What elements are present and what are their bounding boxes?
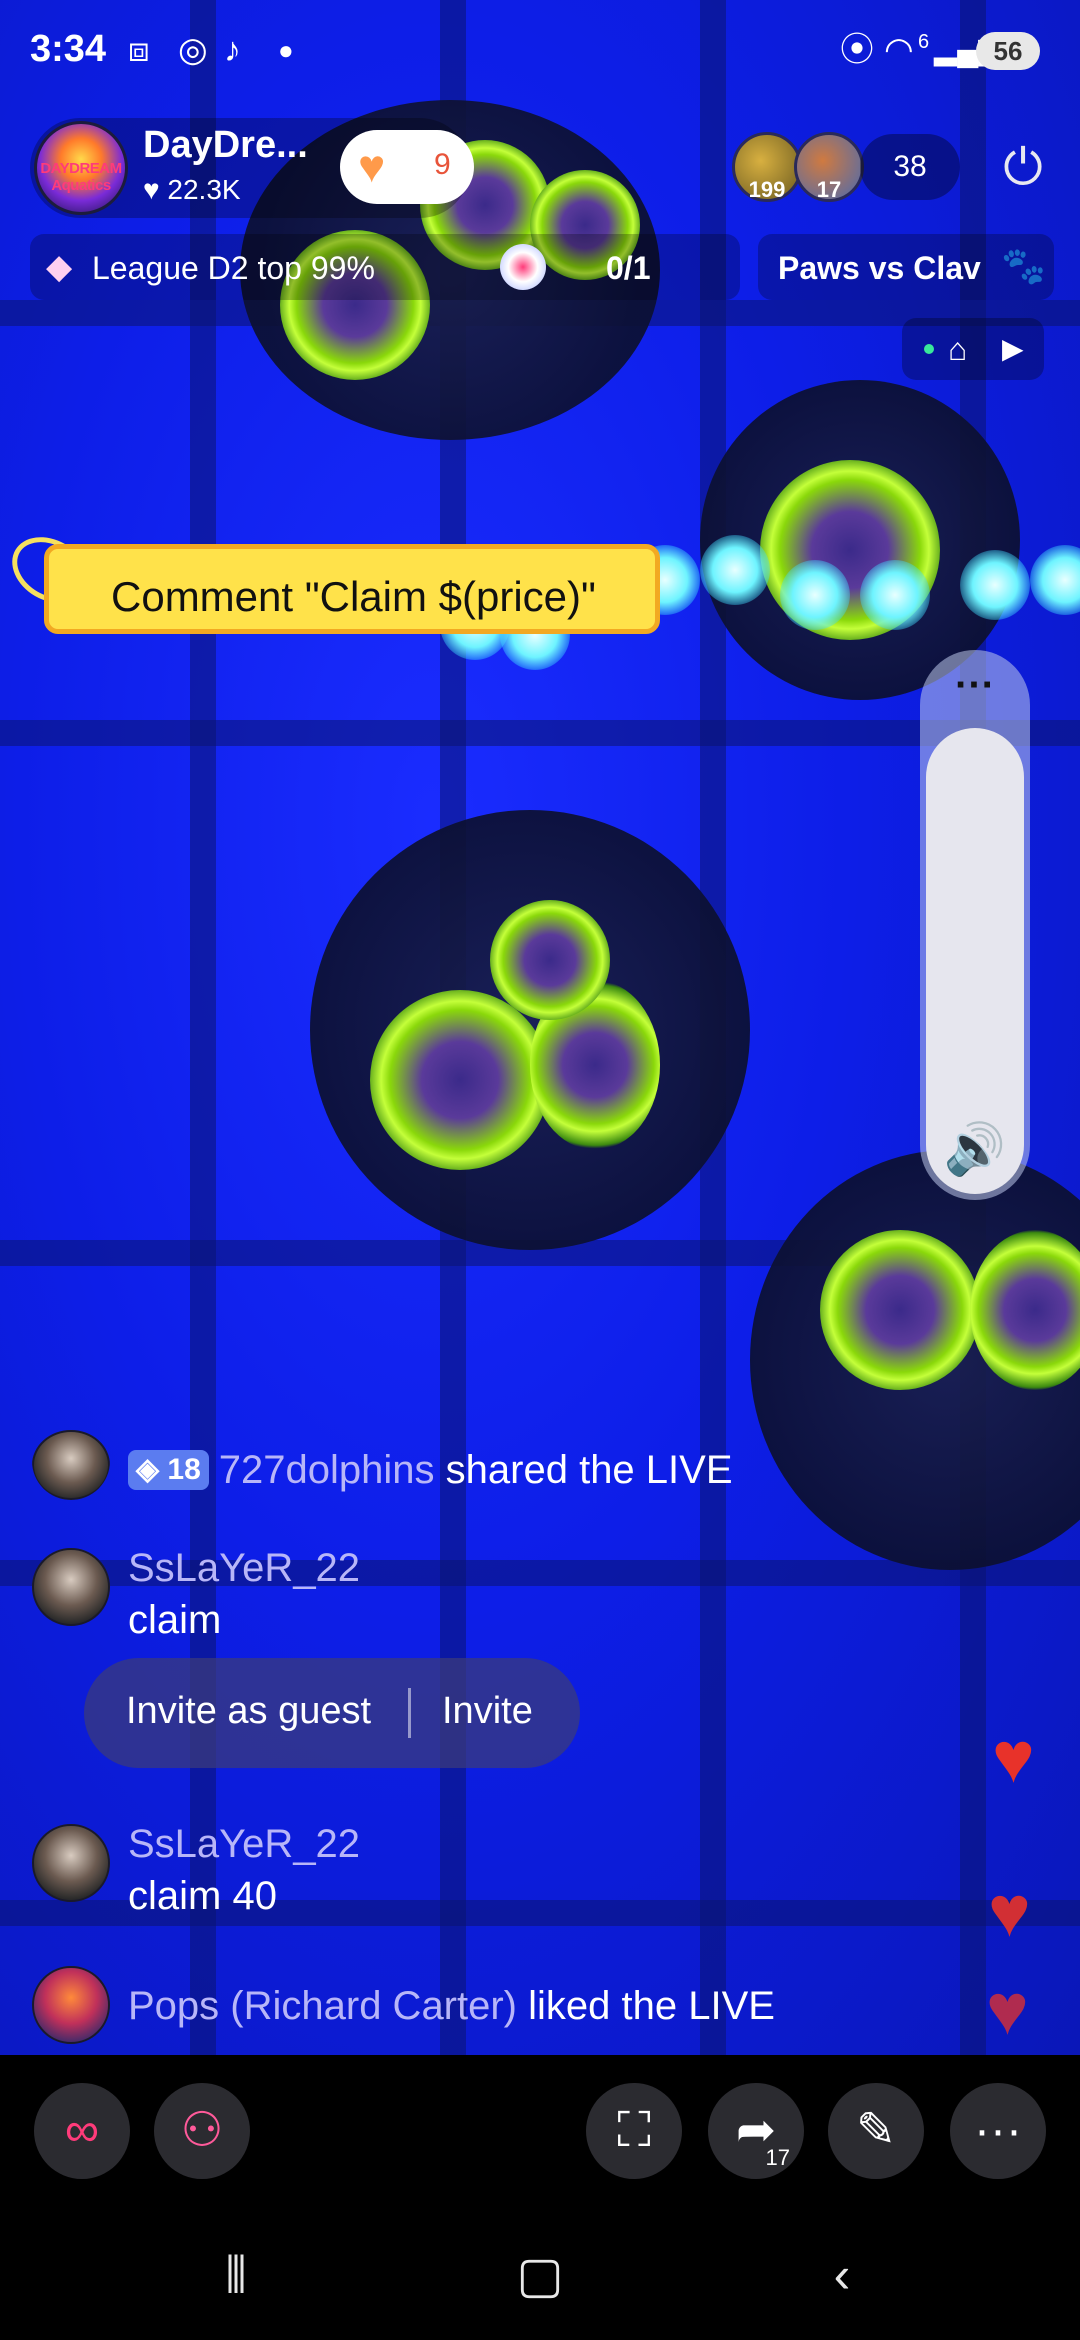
league-banner[interactable]: ◆ League D2 top 99% 0/1 [30,234,740,300]
location-icon: ⦿ [840,31,874,69]
play-arrow-icon: ▶ [1002,333,1024,364]
level-badge: ◈ 18 [128,1450,209,1490]
chat-message: claim 40 [128,1874,277,1918]
chat-avatar[interactable] [32,1824,110,1902]
floating-heart-icon: ♥ [988,1872,1031,1952]
league-badge-icon [500,244,546,290]
dot-icon: ● [278,35,294,65]
invite-button[interactable]: Invite [442,1690,533,1733]
wifi-label: 6 [918,31,930,53]
home-icon[interactable]: ▢ [500,2245,580,2305]
heart-icon: ♥ [358,140,386,192]
speaker-icon[interactable]: 🔊 [920,1120,1030,1179]
light-bead [780,560,850,630]
chat-action: liked the LIVE [528,1984,775,2028]
bottom-toolbar: ∞ ⚇ ⛶ ➦ 17 ✎ ··· [0,2055,1080,2205]
battle-icon: 🐾 [1001,245,1046,286]
host-name: DayDre... [143,124,308,166]
viewer-count[interactable]: 38 [860,134,960,200]
wifi-icon: ◠ [884,31,914,69]
frag-rack-bar [0,720,1080,746]
share-icon[interactable]: ➦ 17 [708,2083,804,2179]
small-heart-icon: ♥ [143,174,168,205]
shopping-bag-icon[interactable]: ⛶ [586,2083,682,2179]
top-viewers[interactable]: 199 17 38 [732,130,960,204]
league-label: League D2 top 99% [92,250,375,286]
sticker-text: Comment "Claim $(price)" [111,573,596,620]
power-icon[interactable]: ⏻ [996,140,1050,194]
chat-avatar[interactable] [32,1966,110,2044]
level-badge-value: 18 [167,1453,201,1486]
heart-count: 9 [434,148,451,181]
viewer-avatar[interactable]: 17 [794,132,864,202]
share-count: 17 [765,2145,790,2170]
battle-label: Paws vs Clav [778,250,981,286]
zoanthid-polyp [490,900,610,1020]
host-likes-count: 22.3K [167,174,241,205]
chat-username[interactable]: Pops (Richard Carter) [128,1984,517,2028]
viewer-badge: 17 [816,177,842,202]
chat-event-text: ◈ 18 727dolphins shared the LIVE [128,1448,733,1493]
people-icon[interactable]: ⚇ [154,2083,250,2179]
recents-icon[interactable]: ⦀ [196,2245,276,2305]
chat-username[interactable]: SsLaYeR_22 [128,1822,360,1867]
host-avatar[interactable]: DAYDREAM Aquatics [34,121,128,215]
diamond-icon: ◆ [46,248,73,286]
invite-as-guest-button[interactable]: Invite as guest [126,1690,371,1733]
chat-username[interactable]: SsLaYeR_22 [128,1546,360,1591]
screen-capture-icon: ⧈ [128,31,150,69]
invite-divider [408,1688,411,1738]
volume-panel[interactable]: ··· 🔊 [920,650,1030,1200]
light-bead [700,535,770,605]
chat-username[interactable]: 727dolphins [219,1448,435,1492]
chat-avatar[interactable] [32,1548,110,1626]
status-bar: 3:34 ⧈ ◎ ♪ ● ⦿ ◠ 6 ▂▄▆ 56 [0,0,1080,100]
light-bead [960,550,1030,620]
magic-wand-icon[interactable]: ✎ [828,2083,924,2179]
more-dots-icon[interactable]: ··· [920,665,1030,705]
back-icon[interactable]: ‹ [802,2245,882,2305]
zoanthid-polyp [370,990,550,1170]
invite-actions: Invite as guest Invite [84,1658,580,1768]
status-time: 3:34 [30,28,107,70]
live-preview-chip[interactable]: ⌂ ▶ [902,318,1044,380]
follow-heart-button[interactable]: ♥ 9 [340,130,474,204]
sticker-tag: Comment "Claim $(price)" [44,544,660,634]
light-bead [860,560,930,630]
instagram-icon: ◎ [178,31,208,69]
link-icon[interactable]: ∞ [34,2083,130,2179]
host-likes: ♥ 22.3K [143,174,241,206]
viewer-avatar[interactable]: 199 [732,132,802,202]
tiktok-icon: ♪ [224,31,241,69]
league-progress: 0/1 [606,250,651,286]
light-bead [1030,545,1080,615]
comment-sticker[interactable]: Comment "Claim $(price)" [0,524,660,636]
zoanthid-polyp [820,1230,980,1390]
live-dot-icon [924,344,934,354]
floating-heart-icon: ♥ [992,1718,1035,1798]
battery-indicator: 56 [976,32,1040,70]
chat-event-text: Pops (Richard Carter) liked the LIVE [128,1984,775,2029]
more-icon[interactable]: ··· [950,2083,1046,2179]
floating-heart-icon: ♥ [986,1970,1029,2050]
battle-banner[interactable]: Paws vs Clav 🐾 [758,234,1054,300]
video-play-icon: ⌂ [948,331,968,367]
chat-message: claim [128,1598,222,1642]
chat-action: shared the LIVE [445,1448,733,1492]
viewer-badge: 199 [748,177,786,202]
host-avatar-logo: DAYDREAM Aquatics [40,160,122,194]
navigation-bar: ⦀ ▢ ‹ [0,2205,1080,2340]
